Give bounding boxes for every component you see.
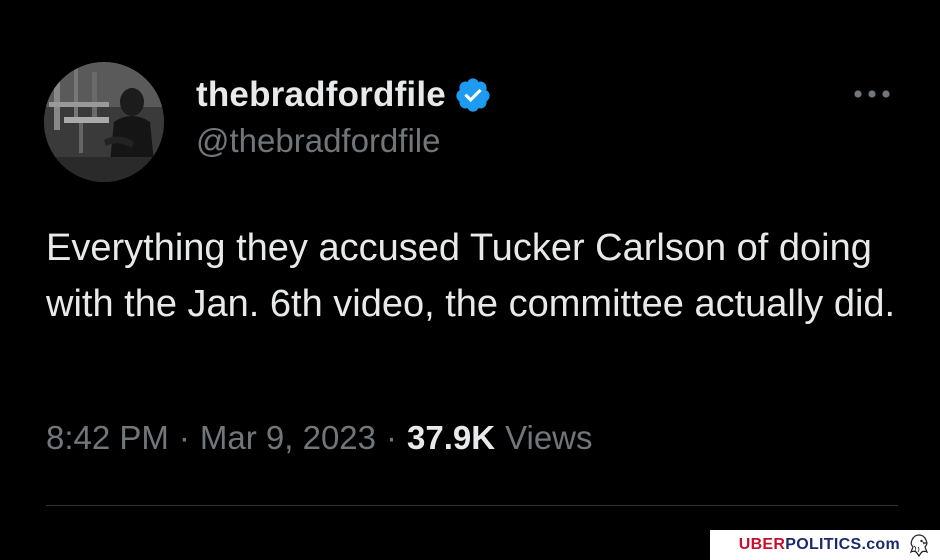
meta-separator: · [178,419,190,456]
tweet-text: Everything they accused Tucker Carlson o… [46,227,896,325]
watermark-uber: UBER [738,536,786,553]
tweet-time[interactable]: 8:42 PM [46,419,169,457]
eagle-icon [909,534,929,558]
watermark-text: UBERPOLITICS.com [739,536,900,554]
avatar-photo [44,62,164,182]
tweet-meta: 8:42 PM · Mar 9, 2023 · 37.9K Views [46,412,593,464]
more-options-icon[interactable] [850,82,894,106]
display-name[interactable]: thebradfordfile [196,75,446,115]
avatar[interactable] [44,62,164,182]
site-watermark: UBERPOLITICS.com [710,530,940,560]
author-name-row[interactable]: thebradfordfile [196,72,492,118]
user-handle[interactable]: @thebradfordfile [196,122,440,160]
views-count[interactable]: 37.9K [407,419,495,457]
tweet-date[interactable]: Mar 9, 2023 [200,419,376,457]
watermark-domain: .com [861,536,900,553]
divider [46,505,898,506]
meta-separator: · [386,419,398,456]
verified-badge-icon [456,78,490,112]
watermark-politics: POLITICS [785,536,862,553]
views-label[interactable]: Views [505,419,592,457]
